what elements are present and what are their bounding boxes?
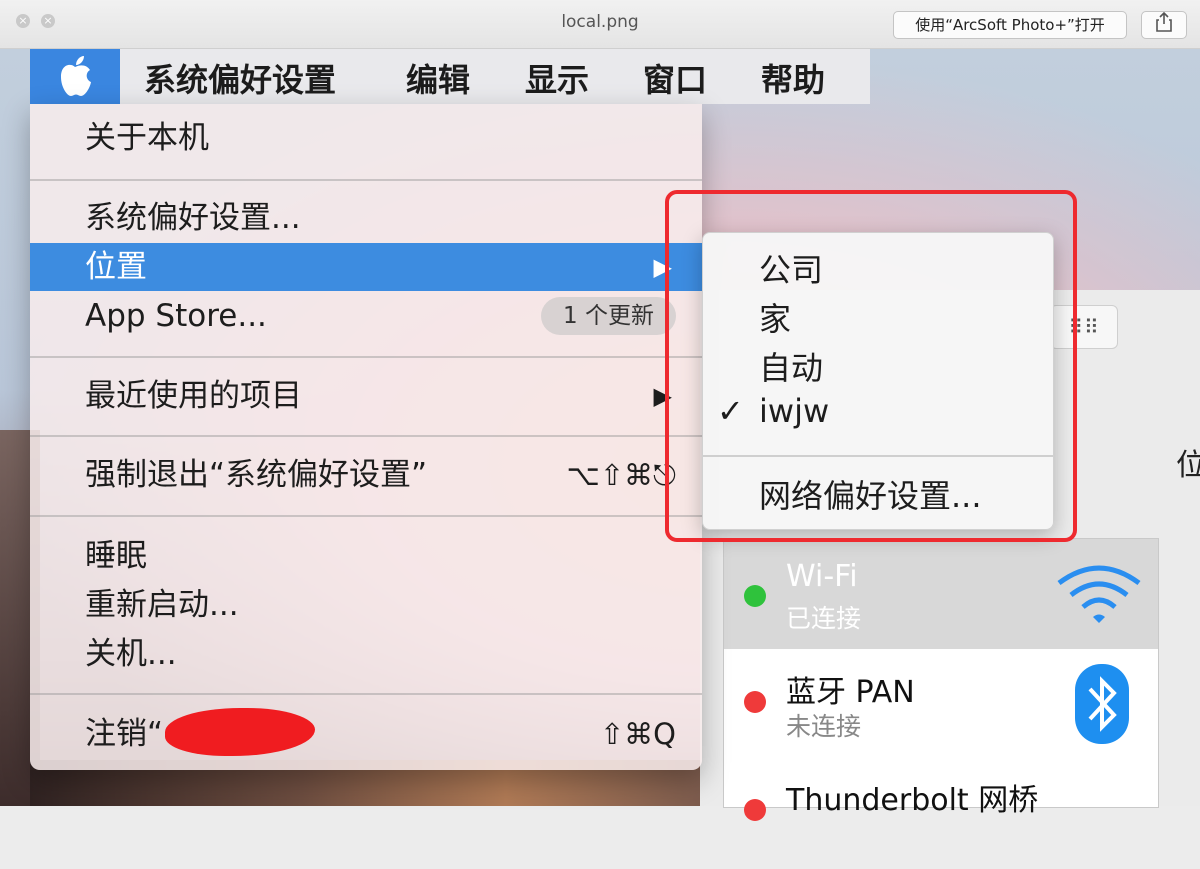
network-name: Wi-Fi: [786, 559, 858, 594]
window-titlebar: × × local.png 使用“ArcSoft Photo+”打开: [0, 0, 1200, 49]
open-with-arcsoft-button[interactable]: 使用“ArcSoft Photo+”打开: [893, 11, 1127, 39]
logout-prefix: 注销“: [85, 716, 164, 752]
menubar-help[interactable]: 帮助: [761, 55, 825, 101]
update-badge: 1 个更新: [541, 297, 676, 335]
network-name: Thunderbolt 网桥: [786, 783, 1039, 818]
apple-dropdown-menu: 关于本机 系统偏好设置... 位置 ▶ App Store... 1 个更新 最…: [30, 104, 702, 770]
network-status: 已连接: [786, 604, 862, 633]
menu-item-label: 最近使用的项目: [85, 378, 302, 414]
menu-item-restart[interactable]: 重新启动...: [30, 581, 702, 629]
menu-item-location[interactable]: 位置 ▶: [30, 243, 702, 291]
network-service-list[interactable]: Wi-Fi 已连接 蓝牙 PAN 未连接 Thunderbolt 网桥: [723, 538, 1159, 821]
menu-item-label: 睡眠: [85, 538, 147, 574]
menu-item-label: 位置: [85, 249, 147, 285]
menu-item-label: 关于本机: [85, 120, 209, 156]
menubar-window[interactable]: 窗口: [643, 55, 707, 101]
network-name: 蓝牙 PAN: [786, 675, 915, 710]
apple-logo-icon: [61, 56, 91, 96]
bluetooth-icon: [1075, 664, 1129, 744]
menu-item-logout[interactable]: 注销“”... ⇧⌘Q: [30, 710, 702, 758]
menu-item-shutdown[interactable]: 关机...: [30, 630, 702, 678]
menu-item-app-store[interactable]: App Store... 1 个更新: [30, 292, 702, 340]
menu-item-label: 关机...: [85, 636, 177, 672]
menu-item-system-prefs[interactable]: 系统偏好设置...: [30, 194, 702, 242]
network-item-wifi[interactable]: Wi-Fi 已连接: [724, 539, 1158, 649]
menu-item-label: 强制退出“系统偏好设置”: [85, 457, 428, 493]
menu-item-about[interactable]: 关于本机: [30, 114, 702, 162]
menu-separator: [30, 693, 702, 695]
menubar-view[interactable]: 显示: [525, 55, 589, 101]
share-button[interactable]: [1141, 11, 1187, 39]
menu-item-force-quit[interactable]: 强制退出“系统偏好设置” ⌥⇧⌘⎋: [30, 451, 702, 499]
network-item-thunderbolt-bridge[interactable]: Thunderbolt 网桥: [724, 759, 1158, 869]
menubar-edit[interactable]: 编辑: [406, 55, 470, 101]
menu-item-label: App Store...: [85, 298, 267, 334]
status-dot: [744, 691, 766, 713]
menu-separator: [30, 356, 702, 358]
menu-item-label: 系统偏好设置...: [85, 200, 301, 236]
status-dot: [744, 799, 766, 821]
annotation-highlight-box: [665, 190, 1077, 542]
apple-menu-button[interactable]: [30, 49, 120, 104]
menu-separator: [30, 515, 702, 517]
status-dot: [744, 585, 766, 607]
share-icon: [1156, 11, 1172, 32]
menu-separator: [30, 179, 702, 181]
wifi-icon: [1057, 565, 1141, 623]
location-label-partial: 位: [1176, 448, 1200, 483]
menu-item-label: 重新启动...: [85, 587, 239, 623]
menu-item-recent-items[interactable]: 最近使用的项目 ▶: [30, 372, 702, 420]
menu-item-sleep[interactable]: 睡眠: [30, 532, 702, 580]
menubar-system-prefs[interactable]: 系统偏好设置: [144, 55, 336, 101]
menu-separator: [30, 435, 702, 437]
shortcut-label: ⇧⌘Q: [599, 717, 676, 751]
network-status: 未连接: [786, 712, 862, 741]
shortcut-label: ⌥⇧⌘⎋: [566, 458, 676, 492]
network-item-bluetooth-pan[interactable]: 蓝牙 PAN 未连接: [724, 649, 1158, 759]
